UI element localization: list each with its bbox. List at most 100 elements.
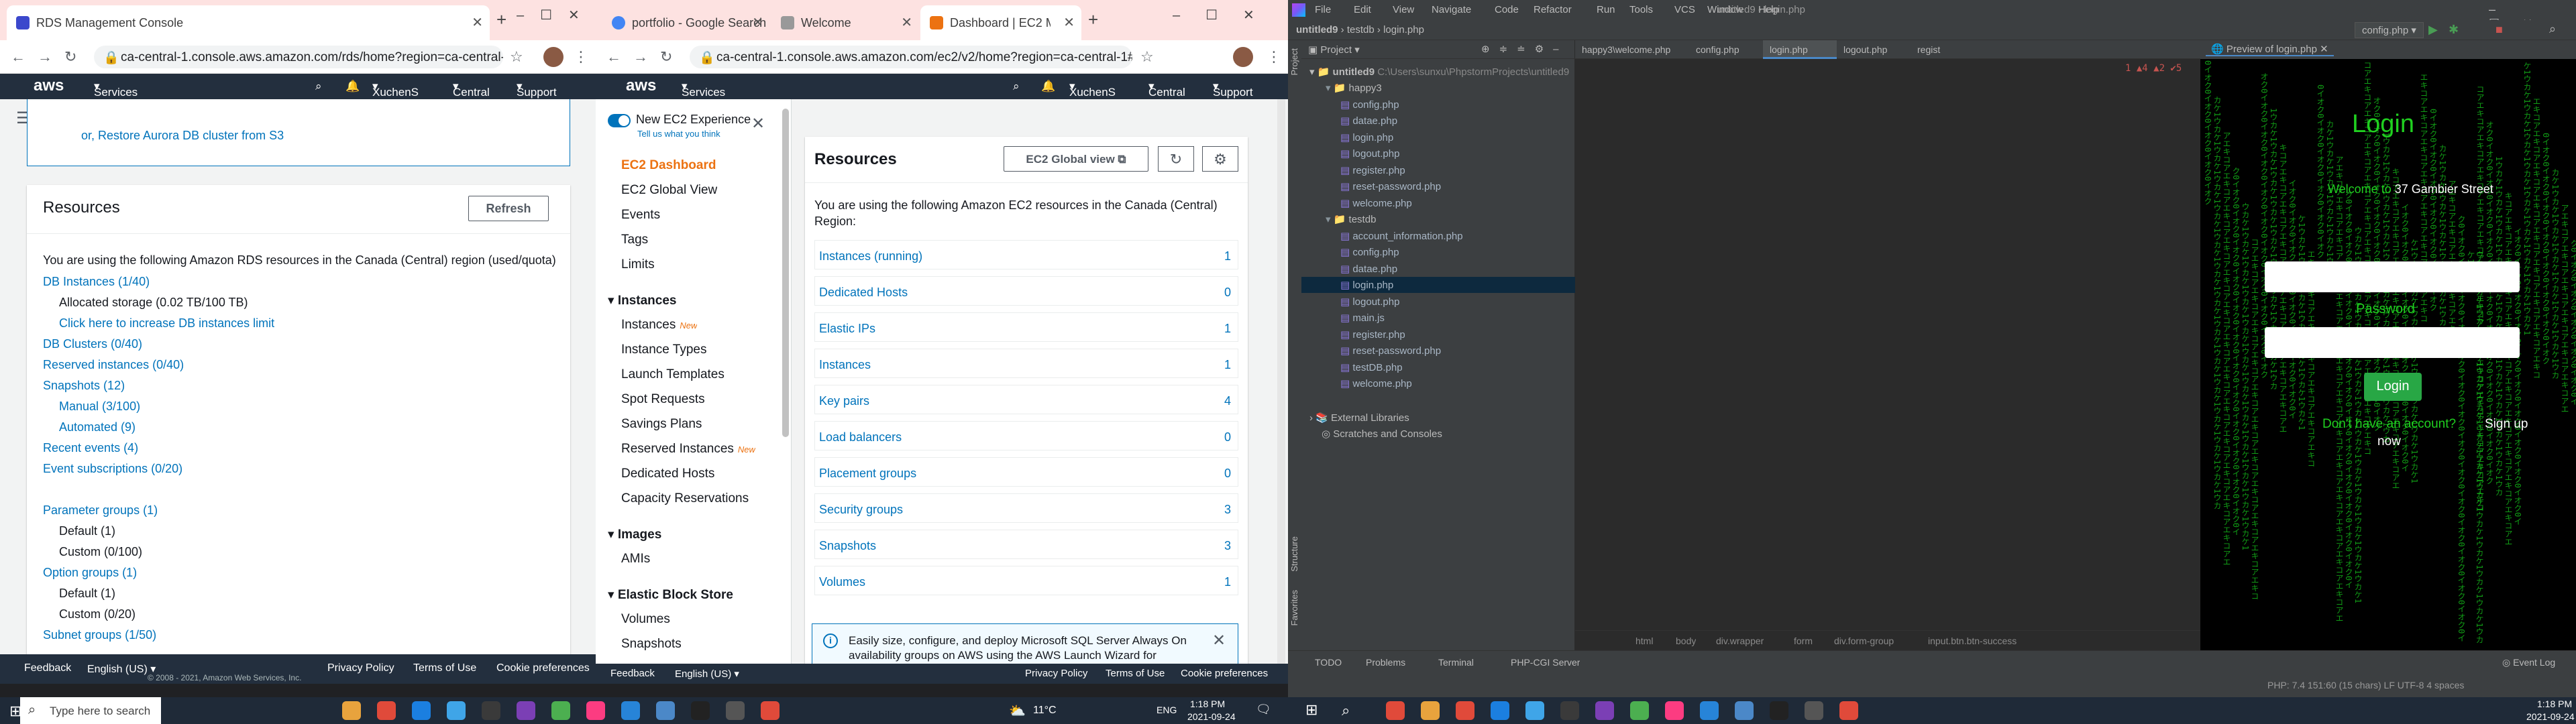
rds-line-8[interactable]: Recent events (4) [43, 441, 138, 455]
resource-row-2[interactable]: Elastic IPs 1 [814, 312, 1238, 342]
resource-label[interactable]: Key pairs [819, 394, 869, 408]
star-icon[interactable]: ☆ [510, 48, 523, 66]
taskbar-app-icon[interactable] [551, 701, 570, 720]
feedback-link[interactable]: Feedback [24, 662, 71, 674]
resource-row-3[interactable]: Instances 1 [814, 349, 1238, 378]
nav-section-5[interactable]: ▾ Instances [608, 293, 676, 308]
nav-item-8[interactable]: Launch Templates [621, 367, 724, 382]
structure-tool-tab[interactable]: Structure [1289, 536, 1299, 572]
nav-item-7[interactable]: Instance Types [621, 343, 706, 357]
nav-item-13[interactable]: Capacity Reservations [621, 491, 749, 506]
menu-vcs[interactable]: VCS [1674, 4, 1695, 15]
editor-tab-4[interactable]: regist [1911, 40, 1971, 59]
nav-item-18[interactable]: Snapshots [621, 637, 682, 652]
region-menu[interactable]: Central ▾ [453, 80, 490, 99]
preview-tab[interactable]: 🌐 Preview of login.php ✕ [2206, 43, 2334, 56]
rds-line-17[interactable]: Subnet groups (1/50) [43, 628, 156, 642]
back-icon[interactable]: ← [606, 48, 621, 66]
stop-icon[interactable]: ■ [2496, 23, 2503, 37]
privacy-link[interactable]: Privacy Policy [327, 662, 394, 674]
code-path-2[interactable]: div.wrapper [1716, 636, 1764, 646]
bell-icon[interactable]: 🔔 [345, 80, 360, 93]
terms-link[interactable]: Terms of Use [413, 662, 476, 674]
taskbar-app-icon[interactable] [1560, 701, 1579, 720]
pane-tools[interactable]: ⊕≑≐⚙– [1481, 43, 1568, 55]
resource-row-7[interactable]: Security groups 3 [814, 493, 1238, 523]
star-icon[interactable]: ☆ [1140, 48, 1154, 66]
project-tool-tab[interactable]: Project [1289, 48, 1299, 75]
taskbar-app-icon[interactable] [1665, 701, 1684, 720]
nav-item-1[interactable]: EC2 Global View [621, 183, 717, 198]
tree-item[interactable]: ▤ logout.php [1340, 147, 1399, 160]
start-icon-2[interactable]: ⊞ [1305, 701, 1318, 719]
reload-icon[interactable]: ↻ [660, 48, 672, 66]
scratches-consoles[interactable]: ◎ Scratches and Consoles [1322, 428, 1442, 440]
language-select[interactable]: English (US) ▾ [87, 662, 156, 676]
taskbar-app-icon[interactable] [621, 701, 640, 720]
nav-item-0[interactable]: EC2 Dashboard [621, 158, 716, 173]
window-controls[interactable]: –☐✕ [1173, 7, 1280, 23]
profile-avatar[interactable] [1233, 47, 1253, 67]
close-tab-icon[interactable]: ✕ [901, 14, 912, 31]
preview-login-button[interactable]: Login [2364, 373, 2422, 401]
menu-run[interactable]: Run [1597, 4, 1615, 15]
crumb-project[interactable]: untitled9 [1296, 24, 1338, 36]
nav-item-9[interactable]: Spot Requests [621, 392, 705, 407]
region-menu[interactable]: Central ▾ [1148, 80, 1185, 99]
taskbar-app-icon[interactable] [1770, 701, 1788, 720]
external-libraries[interactable]: › 📚 External Libraries [1309, 412, 1409, 424]
forward-icon[interactable]: → [633, 48, 648, 66]
cookie-link[interactable]: Cookie preferences [496, 662, 590, 674]
reload-icon[interactable]: ↻ [64, 48, 76, 66]
resource-label[interactable]: Volumes [819, 575, 865, 589]
taskbar-app-icon[interactable] [1839, 701, 1858, 720]
menu-refactor[interactable]: Refactor [1534, 4, 1572, 15]
tree-item[interactable]: ▾ 📁 happy3 [1326, 82, 1382, 94]
menu-icon[interactable]: ⋮ [1267, 48, 1281, 66]
resource-label[interactable]: Instances (running) [819, 249, 922, 263]
refresh-button[interactable]: ↻ [1158, 146, 1194, 172]
preview-signup-link[interactable]: Sign up [2485, 417, 2528, 432]
resource-row-5[interactable]: Load balancers 0 [814, 421, 1238, 450]
resource-row-9[interactable]: Volumes 1 [814, 566, 1238, 595]
bottom-tab-3[interactable]: PHP-CGI Server [1511, 657, 1580, 668]
preview-password-input[interactable] [2265, 327, 2520, 358]
favorites-tool-tab[interactable]: Favorites [1289, 590, 1299, 625]
taskbar-app-icon[interactable] [1700, 701, 1719, 720]
window-controls[interactable]: –☐✕ [517, 7, 596, 23]
rds-line-4[interactable]: Reserved instances (0/40) [43, 358, 184, 372]
tab-ec2-dashboard[interactable]: Dashboard | EC2 Management ✕ [920, 5, 1081, 40]
tree-item[interactable]: ▤ welcome.php [1340, 197, 1412, 209]
debug-icon[interactable]: ✱ [2449, 23, 2459, 37]
code-editor[interactable] [1575, 59, 2200, 630]
rds-line-2[interactable]: Click here to increase DB instances limi… [59, 316, 274, 330]
url-input[interactable]: 🔒 ca-central-1.console.aws.amazon.com/ec… [690, 46, 1132, 68]
nav-item-3[interactable]: Tags [621, 233, 648, 247]
menu-icon[interactable]: ⋮ [574, 48, 588, 66]
code-path-3[interactable]: form [1794, 636, 1813, 646]
project-root[interactable]: ▾ 📁 untitled9 C:\Users\sunxu\PhpstormPro… [1309, 66, 1569, 78]
menu-view[interactable]: View [1393, 4, 1414, 15]
tree-item[interactable]: ▤ main.js [1340, 312, 1385, 324]
nav-section-14[interactable]: ▾ Images [608, 527, 661, 542]
taskbar-app-icon[interactable] [1805, 701, 1823, 720]
profile-avatar[interactable] [543, 47, 564, 67]
inspection-widget[interactable]: 1 ▲4 ▲2 ✔5 [2125, 63, 2182, 74]
tab-portfolio[interactable]: portfolio - Google Search ✕ [602, 5, 770, 40]
menu-file[interactable]: File [1315, 4, 1331, 15]
main-scrollbar[interactable] [1277, 99, 1285, 664]
nav-item-10[interactable]: Savings Plans [621, 417, 702, 432]
rds-line-0[interactable]: DB Instances (1/40) [43, 275, 150, 289]
resource-label[interactable]: Load balancers [819, 430, 902, 444]
code-path-4[interactable]: div.form-group [1834, 636, 1894, 646]
resource-label[interactable]: Instances [819, 358, 871, 372]
services-button[interactable]: Services ▾ [682, 80, 725, 99]
taskbar-app-icon[interactable] [726, 701, 745, 720]
tree-item[interactable]: ▤ welcome.php [1340, 377, 1412, 389]
taskbar-app-icon[interactable] [1630, 701, 1649, 720]
taskbar-app-icon[interactable] [1595, 701, 1614, 720]
taskbar-app-icon[interactable] [691, 701, 710, 720]
terms-link[interactable]: Terms of Use [1106, 668, 1165, 679]
resource-row-8[interactable]: Snapshots 3 [814, 530, 1238, 559]
global-view-button[interactable]: EC2 Global view ⧉ [1004, 146, 1148, 172]
